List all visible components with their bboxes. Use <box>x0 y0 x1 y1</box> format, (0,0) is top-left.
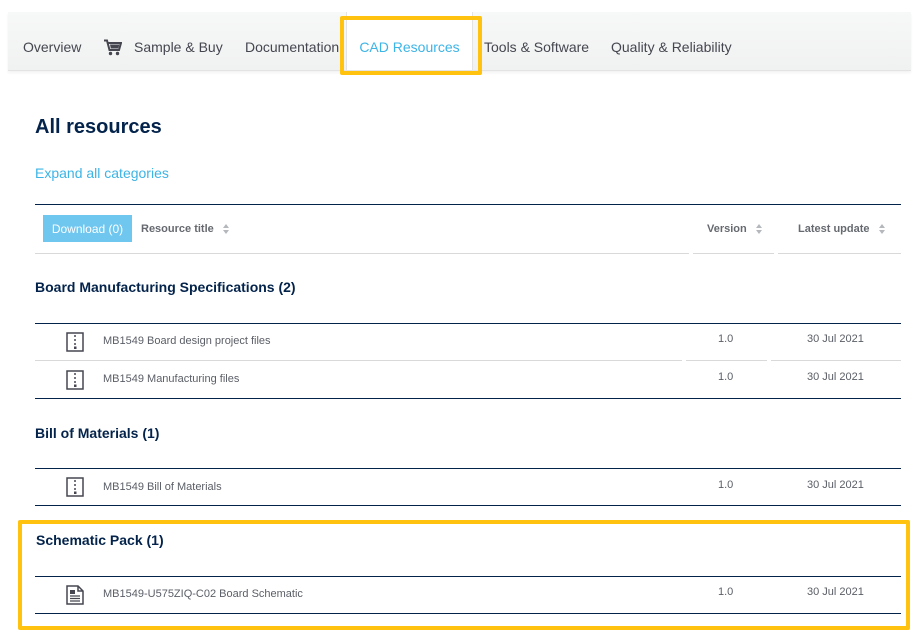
header-underline-date <box>778 253 901 254</box>
row-divider <box>771 360 901 361</box>
zip-file-icon <box>66 477 84 497</box>
resource-version: 1.0 <box>718 586 734 598</box>
category-bill-of-materials[interactable]: Bill of Materials (1) <box>35 425 159 441</box>
sort-icon <box>755 224 762 235</box>
resource-link[interactable]: MB1549 Board design project files <box>103 335 271 347</box>
resource-link[interactable]: MB1549-U575ZIQ-C02 Board Schematic <box>103 588 303 600</box>
column-header-latest-update[interactable]: Latest update <box>798 223 885 235</box>
document-file-icon <box>66 585 84 605</box>
category-bottom-divider <box>35 398 901 399</box>
shopping-cart-icon <box>104 39 122 56</box>
category-schematic-pack[interactable]: Schematic Pack (1) <box>36 532 164 548</box>
tab-overview[interactable]: Overview <box>23 12 81 70</box>
tab-cad-resources[interactable]: CAD Resources <box>346 12 473 70</box>
resource-version: 1.0 <box>718 333 734 345</box>
category-divider <box>35 468 901 469</box>
tab-documentation[interactable]: Documentation <box>245 12 339 70</box>
tab-sample-buy-label: Sample & Buy <box>134 39 223 55</box>
row-divider <box>35 360 682 361</box>
resource-date: 30 Jul 2021 <box>807 586 864 598</box>
sort-icon <box>222 224 229 235</box>
version-label: Version <box>707 223 747 235</box>
latest-update-label: Latest update <box>798 223 870 235</box>
page-title: All resources <box>35 116 162 138</box>
header-underline-title <box>35 253 689 254</box>
resource-date: 30 Jul 2021 <box>807 371 864 383</box>
resource-date: 30 Jul 2021 <box>807 333 864 345</box>
resource-link[interactable]: MB1549 Manufacturing files <box>103 373 239 385</box>
resource-date: 30 Jul 2021 <box>807 479 864 491</box>
category-bottom-divider <box>35 613 901 614</box>
tab-bar: Overview Sample & Buy Documentation CAD … <box>8 12 911 71</box>
header-underline-version <box>693 253 774 254</box>
category-divider <box>35 323 901 324</box>
zip-file-icon <box>66 332 84 352</box>
download-button[interactable]: Download (0) <box>43 215 132 242</box>
table-top-divider <box>35 204 901 205</box>
tab-tools-software[interactable]: Tools & Software <box>484 12 589 70</box>
expand-all-categories-link[interactable]: Expand all categories <box>35 165 169 181</box>
resource-version: 1.0 <box>718 371 734 383</box>
row-divider <box>686 360 767 361</box>
resource-link[interactable]: MB1549 Bill of Materials <box>103 481 222 493</box>
column-header-version[interactable]: Version <box>707 223 762 235</box>
tab-quality-reliability[interactable]: Quality & Reliability <box>611 12 732 70</box>
category-board-manufacturing-specifications[interactable]: Board Manufacturing Specifications (2) <box>35 279 296 295</box>
category-divider <box>35 576 901 577</box>
sort-icon <box>878 224 885 235</box>
category-bottom-divider <box>35 505 901 506</box>
column-header-resource-title[interactable]: Resource title <box>141 223 229 235</box>
zip-file-icon <box>66 370 84 390</box>
resource-version: 1.0 <box>718 479 734 491</box>
tab-sample-buy[interactable]: Sample & Buy <box>104 12 223 70</box>
resource-title-label: Resource title <box>141 223 214 235</box>
